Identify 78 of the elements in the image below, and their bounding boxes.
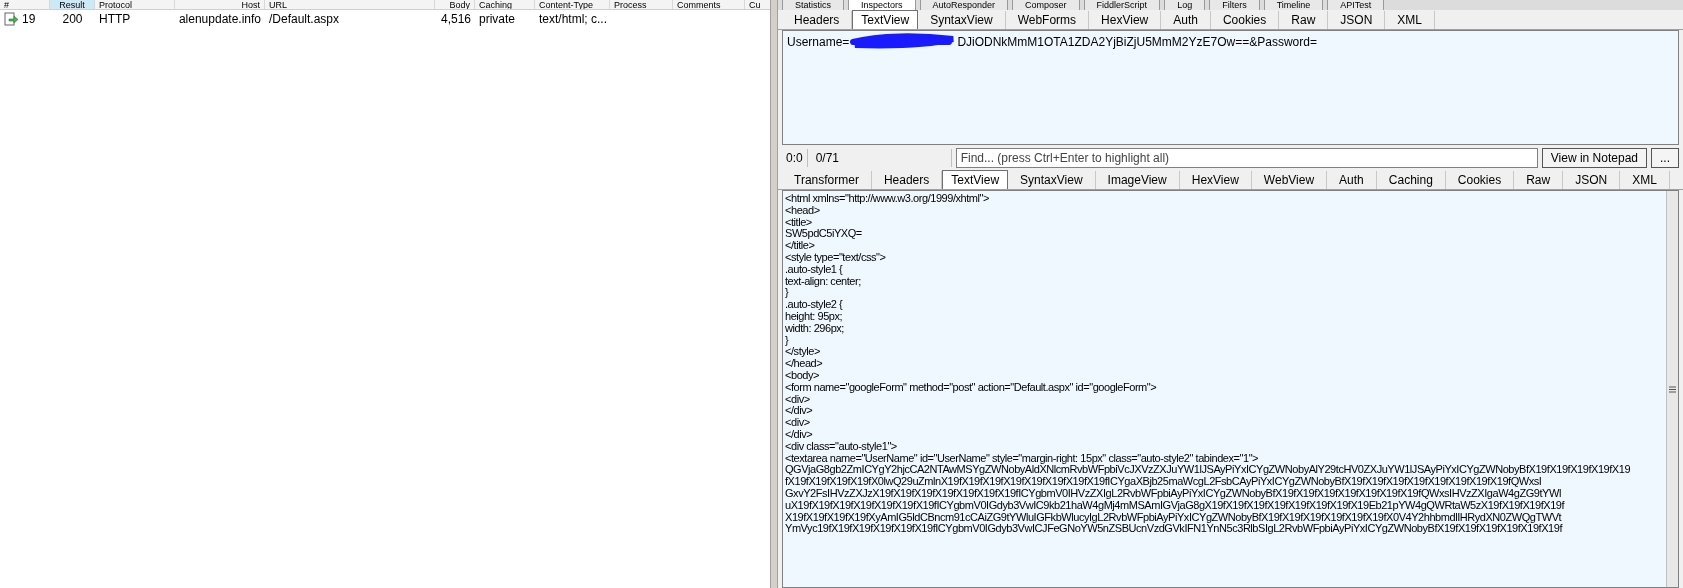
- code-line: <div>: [785, 393, 810, 406]
- table-cell-text: alenupdate.info: [178, 11, 261, 28]
- code-line: <style type="text/css">: [785, 252, 886, 264]
- inspector-tab[interactable]: JSON: [1328, 11, 1386, 29]
- table-cell-text: /Default.aspx: [269, 11, 340, 28]
- column-header[interactable]: Protocol: [95, 0, 175, 9]
- column-header[interactable]: Host: [175, 0, 265, 9]
- scrollbar[interactable]: [1666, 191, 1678, 587]
- code-line: <head>: [785, 204, 820, 217]
- code-line: QGVjaG8gb2ZmICYgY2hjcCA2NTAwMSYgZWNobyAldXNlcmRvbWFpbiVcJXVzZXJuYW1lJSAyPiYxICYgZWNobyAlY29tcHV0ZXJuYW1lJSAyPiYxICYgZWNobyBfX19fX19fX19fX19fX19: [785, 464, 1631, 477]
- inspector-tab[interactable]: Caching: [1376, 171, 1446, 189]
- inspector-tab[interactable]: TextView: [942, 170, 1009, 189]
- inspector-tab[interactable]: HexView: [1089, 11, 1162, 29]
- inspector-tab[interactable]: TextView: [852, 10, 919, 29]
- column-header[interactable]: Caching: [475, 0, 535, 9]
- code-line: GxvY2FsIHVzZXJzX19fX19fX19fX19fX19fX19fX19fICYgbmV0IHVzZXIgL2RvbWFpbiAyPiYxICYgZWNobyBfX19fX19fX19fX19fX19fX19fX19fQWxsIHVzZXIgaW4gZG9tYWl: [785, 487, 1561, 500]
- column-header[interactable]: URL: [265, 0, 435, 9]
- inspector-tab[interactable]: SyntaxView: [918, 11, 1006, 29]
- code-line: </head>: [785, 358, 823, 370]
- code-line: <div>: [785, 417, 810, 429]
- cursor-position: 0:0: [782, 148, 808, 167]
- code-line: X19fX19fX19fX19fXyAmIG5ldCBncm91cCAiZG9tYWluIGFkbWlucyIgL2RvbWFpbiAyPiYxICYgZWNobyBfX19fX19fX19fX19fX19fX19fX0V4Y2hhbmdlIHRydXN0ZWQgTWVt: [785, 511, 1562, 524]
- code-line: }: [785, 287, 789, 300]
- inspector-tab[interactable]: Auth: [1161, 11, 1211, 29]
- selection-count: 0/71: [811, 148, 952, 167]
- code-line: <body>: [785, 369, 819, 382]
- inspector-tab[interactable]: XML: [1620, 171, 1670, 189]
- inspector-tab[interactable]: SyntaxView: [1008, 171, 1096, 189]
- inspector-tab[interactable]: XML: [1385, 11, 1435, 29]
- inspector-tab[interactable]: WebForms: [1005, 11, 1090, 29]
- code-line: text-align: center;: [785, 275, 861, 288]
- code-line: YmVyc19fX19fX19fX19fX19fX19fICYgbmV0IGdyb3VwICJFeGNoYW5nZSBUcnVzdGVkIFN1YnN5c3RlbSIgL2RvbWFpbiAyPiYxICYgZWNobyBfX19fX19fX19fX19fX19fX19f: [785, 523, 1563, 536]
- code-line: .auto-style2 {: [785, 299, 843, 311]
- code-line: <div class="auto-style1">: [785, 440, 897, 453]
- inspector-tab[interactable]: ImageView: [1095, 171, 1180, 189]
- column-header[interactable]: Content-Type: [535, 0, 610, 9]
- code-line: </style>: [785, 346, 820, 359]
- request-text: Username=: [787, 34, 850, 51]
- column-header[interactable]: Result: [50, 0, 95, 9]
- table-cell-text: 4,516: [440, 11, 471, 28]
- code-line: }: [785, 334, 789, 347]
- code-line: SW5pdC5iYXQ=: [785, 228, 862, 241]
- find-field[interactable]: Find... (press Ctrl+Enter to highlight all): [955, 147, 1538, 168]
- request-text-area[interactable]: Username= DJiODNkMmM1OTA1ZDA2YjBiZjU5MmM2YzE7Ow==&Password=: [782, 30, 1679, 145]
- inspector-tab[interactable]: Raw: [1279, 11, 1329, 29]
- code-line: </div>: [785, 428, 813, 441]
- inspector-tab[interactable]: HexView: [1179, 171, 1252, 189]
- code-line: uX19fX19fX19fX19fX19fX19fX19fICYgbmV0IGdyb3VwIC9kb21haW4gMj4mMSAmIGVjaG8gX19fX19fX19fX19fX19fX19fX19fX19Eb21pYW4gQWRtaW5zX19fX19fX19fX19f: [785, 499, 1565, 512]
- table-cell-text: 19: [22, 11, 36, 28]
- inspector-tab[interactable]: Auth: [1327, 171, 1377, 189]
- column-header[interactable]: Process: [610, 0, 673, 9]
- code-line: <html xmlns="http://www.w3.org/1999/xhtml">: [785, 193, 989, 205]
- inspector-tab[interactable]: Transformer: [782, 171, 872, 189]
- code-line: fX19fX19fX19fX19fX0lwQ29uZmlnX19fX19fX19fX19fX19fX19fX19fX19fICYgaXBjb25maWcgL2FsbCAyPiYxICYgZWNobyBfX19fX19fX19fX19fX19fX19fX19fX19fQWxsI: [785, 476, 1542, 488]
- inspector-tab[interactable]: Raw: [1514, 171, 1564, 189]
- code-line: width: 296px;: [785, 322, 844, 335]
- table-cell-text: text/html; c...: [539, 11, 607, 28]
- splitter[interactable]: [770, 0, 778, 588]
- table-cell-text: 200: [62, 11, 83, 28]
- table-cell-text: private: [479, 11, 516, 28]
- view-in-notepad-button[interactable]: View in Notepad: [1541, 147, 1647, 168]
- code-line: </div>: [785, 405, 813, 418]
- grip-icon: [1669, 385, 1676, 393]
- inspector-tab[interactable]: JSON: [1563, 171, 1621, 189]
- request-text: DJiODNkMmM1OTA1ZDA2YjBiZjU5MmM2YzE7Ow==&Password=: [957, 34, 1317, 51]
- inspector-tab[interactable]: WebView: [1251, 171, 1328, 189]
- table-cell-text: HTTP: [99, 11, 131, 28]
- column-header[interactable]: Body: [435, 0, 475, 9]
- code-line: <form name="googleForm" method="post" action="Default.aspx" id="googleForm">: [785, 381, 1157, 394]
- code-line: .auto-style1 {: [785, 263, 843, 276]
- inspector-tab[interactable]: Cookies: [1210, 11, 1280, 29]
- code-line: height: 95px;: [785, 310, 843, 323]
- column-header[interactable]: Comments: [673, 0, 745, 9]
- code-line: <textarea name="UserName" id="UserName" style="margin-right: 15px" class="auto-style2" tabindex="1">: [785, 452, 1259, 465]
- code-line: <title>: [785, 216, 812, 229]
- inspector-tab[interactable]: Cookies: [1445, 171, 1515, 189]
- more-button[interactable]: ...: [1651, 147, 1679, 168]
- code-line: </title>: [785, 240, 815, 252]
